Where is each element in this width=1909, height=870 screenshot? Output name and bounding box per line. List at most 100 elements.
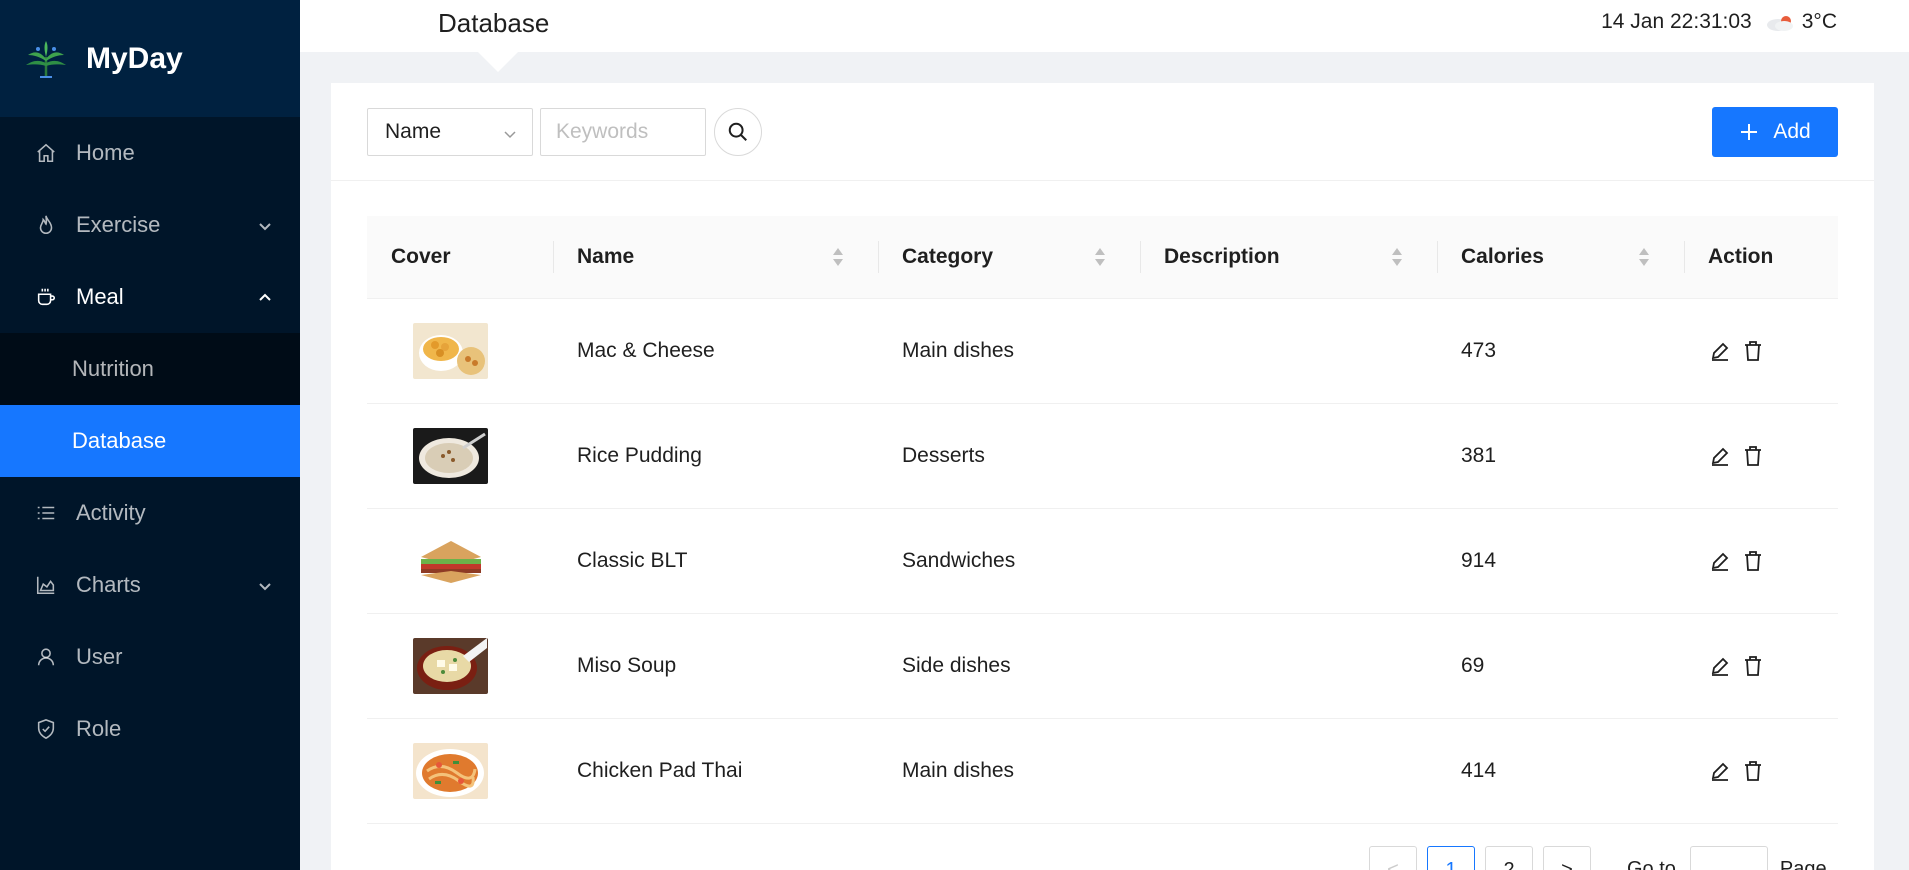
app-name: MyDay xyxy=(86,41,183,75)
name-cell: Mac & Cheese xyxy=(553,298,878,404)
table-row: Chicken Pad Thai Main dishes 414 xyxy=(367,718,1838,824)
area-chart-icon xyxy=(34,573,58,597)
sidebar-item-label: Nutrition xyxy=(72,356,154,381)
column-header-calories[interactable]: Calories xyxy=(1437,216,1684,299)
column-header-category[interactable]: Category xyxy=(878,216,1140,299)
sidebar-item-activity[interactable]: Activity xyxy=(0,477,300,549)
miso-soup-photo[interactable] xyxy=(413,637,488,694)
cover-cell xyxy=(367,403,553,509)
delete-icon[interactable] xyxy=(1742,550,1764,572)
column-header-description[interactable]: Description xyxy=(1140,216,1437,299)
sidebar-item-label: Meal xyxy=(76,284,124,309)
sidebar-item-label: Home xyxy=(76,140,135,165)
action-cell xyxy=(1684,403,1838,509)
header: Database 14 Jan 22:31:03 3°C xyxy=(300,0,1909,72)
mac-and-cheese-photo[interactable] xyxy=(413,322,488,379)
description-cell xyxy=(1140,613,1437,719)
column-label: Cover xyxy=(391,244,451,268)
table-row: Classic BLT Sandwiches 914 xyxy=(367,508,1838,614)
search-button[interactable] xyxy=(714,108,762,156)
cup-icon xyxy=(34,285,58,309)
sidebar-item-label: Exercise xyxy=(76,212,161,237)
sort-icon[interactable] xyxy=(1391,246,1403,268)
sidebar-item-exercise[interactable]: Exercise xyxy=(0,189,300,261)
column-header-name[interactable]: Name xyxy=(553,216,878,299)
category-cell: Desserts xyxy=(878,403,1140,509)
sidebar-item-nutrition[interactable]: Nutrition xyxy=(0,333,300,405)
page-2-button[interactable]: 2 xyxy=(1485,846,1533,870)
sidebar-item-user[interactable]: User xyxy=(0,621,300,693)
column-divider xyxy=(1437,241,1438,273)
description-cell xyxy=(1140,298,1437,404)
calories-cell: 914 xyxy=(1437,508,1684,614)
category-cell: Side dishes xyxy=(878,613,1140,719)
next-page-button[interactable]: > xyxy=(1543,846,1591,870)
action-cell xyxy=(1684,298,1838,404)
column-divider xyxy=(553,241,554,273)
pad-thai-photo[interactable] xyxy=(413,742,488,799)
add-button-label: Add xyxy=(1773,120,1811,143)
category-cell: Main dishes xyxy=(878,718,1140,824)
meal-submenu: Nutrition Database xyxy=(0,333,300,477)
food-table: Cover Name Category Description Calories… xyxy=(367,216,1838,824)
edit-icon[interactable] xyxy=(1709,340,1731,362)
edit-icon[interactable] xyxy=(1709,760,1731,782)
page-label: Page xyxy=(1779,858,1827,870)
sidebar-item-database[interactable]: Database xyxy=(0,405,300,477)
column-header-cover: Cover xyxy=(367,216,553,299)
table-header-row: Cover Name Category Description Calories… xyxy=(367,216,1838,299)
sidebar-item-meal[interactable]: Meal xyxy=(0,261,300,333)
filter-field-select[interactable]: Name xyxy=(367,108,533,156)
blt-sandwich-photo[interactable] xyxy=(413,532,488,589)
sidebar-item-label: Database xyxy=(72,428,167,453)
tree-logo-icon xyxy=(26,40,66,78)
user-icon xyxy=(34,645,58,669)
description-cell xyxy=(1140,718,1437,824)
delete-icon[interactable] xyxy=(1742,760,1764,782)
name-cell: Chicken Pad Thai xyxy=(553,718,878,824)
sidebar-item-home[interactable]: Home xyxy=(0,117,300,189)
select-value: Name xyxy=(385,120,442,143)
page-1-button[interactable]: 1 xyxy=(1427,846,1475,870)
header-status: 14 Jan 22:31:03 3°C xyxy=(1601,10,1837,34)
edit-icon[interactable] xyxy=(1709,550,1731,572)
action-cell xyxy=(1684,718,1838,824)
column-label: Description xyxy=(1164,244,1280,268)
goto-label: Go to xyxy=(1627,858,1676,870)
flame-icon xyxy=(34,213,58,237)
category-cell: Main dishes xyxy=(878,298,1140,404)
keyword-input[interactable] xyxy=(540,108,706,156)
home-icon xyxy=(34,141,58,165)
edit-icon[interactable] xyxy=(1709,445,1731,467)
edit-icon[interactable] xyxy=(1709,655,1731,677)
search-icon xyxy=(728,122,747,141)
prev-page-button[interactable]: < xyxy=(1369,846,1417,870)
breadcrumb[interactable]: Database xyxy=(438,8,549,39)
datetime: 14 Jan 22:31:03 xyxy=(1601,10,1752,33)
name-cell: Classic BLT xyxy=(553,508,878,614)
add-button[interactable]: Add xyxy=(1712,107,1838,157)
breadcrumb-caret xyxy=(478,52,518,72)
delete-icon[interactable] xyxy=(1742,445,1764,467)
delete-icon[interactable] xyxy=(1742,340,1764,362)
delete-icon[interactable] xyxy=(1742,655,1764,677)
goto-page-input[interactable] xyxy=(1689,846,1768,870)
column-label: Action xyxy=(1708,244,1774,268)
plus-icon xyxy=(1741,124,1758,140)
sidebar-item-charts[interactable]: Charts xyxy=(0,549,300,621)
brand[interactable]: MyDay xyxy=(0,0,300,117)
sort-icon[interactable] xyxy=(1094,246,1106,268)
cover-cell xyxy=(367,718,553,824)
cover-cell xyxy=(367,298,553,404)
cover-cell xyxy=(367,613,553,719)
chevron-down-icon xyxy=(256,215,274,233)
sort-icon[interactable] xyxy=(832,246,844,268)
toolbar: Name Add xyxy=(331,83,1874,181)
name-cell: Miso Soup xyxy=(553,613,878,719)
sort-icon[interactable] xyxy=(1638,246,1650,268)
rice-pudding-photo[interactable] xyxy=(413,427,488,484)
sidebar-item-role[interactable]: Role xyxy=(0,693,300,765)
list-icon xyxy=(34,501,58,525)
table-row: Rice Pudding Desserts 381 xyxy=(367,403,1838,509)
content-card: Name Add Cover Name xyxy=(331,83,1874,870)
